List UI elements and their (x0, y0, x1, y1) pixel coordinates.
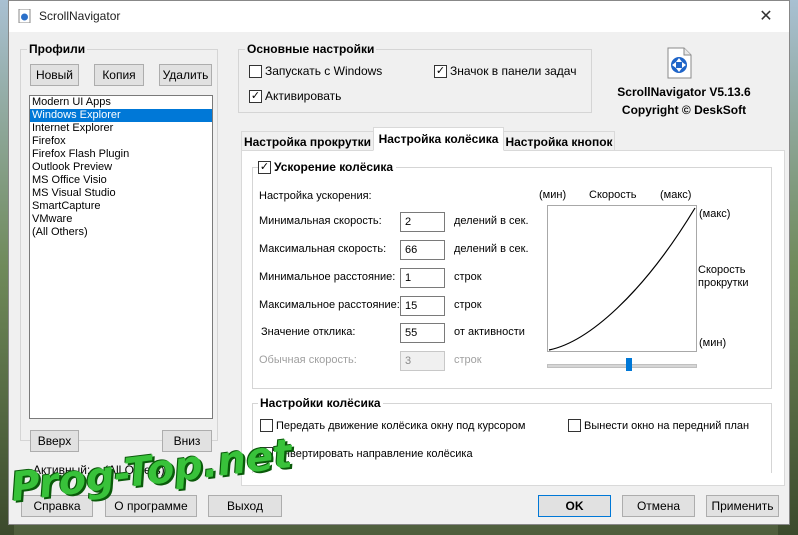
setting-label: Максимальная скорость: (259, 243, 387, 255)
pass-under-cursor-label: Передать движение колёсика окну под курс… (276, 419, 526, 432)
graph-min-right: (мин) (699, 337, 727, 349)
acceleration-curve-svg (548, 207, 696, 351)
profile-list-item[interactable]: Firefox (30, 135, 212, 148)
profile-list-item[interactable]: SmartCapture (30, 200, 212, 213)
profile-list-item[interactable]: VMware (30, 213, 212, 226)
active-profile-value: (All Others) (104, 463, 165, 477)
bring-to-front-checkbox[interactable]: Вынести окно на передний план (568, 419, 749, 432)
pass-under-cursor-box[interactable] (260, 419, 273, 432)
wheel-acceleration-checkbox[interactable]: ✓ Ускорение колёсика (258, 160, 397, 174)
setting-value-input[interactable]: 2 (400, 212, 445, 232)
graph-scroll-speed-2: прокрутки (698, 277, 749, 289)
acceleration-curve-graph (547, 205, 697, 352)
setting-unit: строк (454, 299, 482, 311)
move-up-button[interactable]: Вверх (30, 430, 79, 452)
profile-list[interactable]: Modern UI Apps Windows Explorer Internet E… (29, 95, 213, 419)
setting-label: Значение отклика: (261, 326, 356, 338)
wheel-options-title: Настройки колёсика (258, 396, 383, 410)
invert-direction-box[interactable] (260, 447, 273, 460)
activate-checkbox[interactable]: ✓ Активировать (249, 89, 341, 103)
setting-unit: от активности (454, 326, 525, 338)
apply-button[interactable]: Применить (706, 495, 779, 517)
setting-label: Минимальное расстояние: (259, 271, 396, 283)
graph-speed-label: Скорость (589, 189, 637, 201)
acceleration-curve-line (548, 207, 696, 351)
scrollnavigator-logo-icon (667, 47, 692, 79)
close-button[interactable]: ✕ (743, 1, 789, 32)
scrollnavigator-window: ScrollNavigator ✕ Профили Новый Копия Уд… (8, 0, 790, 525)
setting-unit: делений в сек. (454, 215, 529, 227)
setting-value-input[interactable]: 66 (400, 240, 445, 260)
tab-scroll-settings[interactable]: Настройка прокрутки (241, 131, 374, 151)
tray-icon-checkbox[interactable]: ✓ Значок в панели задач (434, 64, 576, 78)
start-with-windows-label: Запускать с Windows (265, 64, 383, 78)
response-slider-track[interactable] (547, 364, 697, 368)
profile-list-item[interactable]: (All Others) (30, 226, 212, 239)
tray-icon-box[interactable]: ✓ (434, 64, 447, 78)
wheel-options-group (252, 403, 772, 473)
app-version: ScrollNavigator V5.13.6 (617, 85, 751, 99)
setting-value-input: 3 (400, 351, 445, 371)
setting-unit: делений в сек. (454, 243, 529, 255)
basic-settings-title: Основные настройки (245, 42, 377, 56)
profile-list-item[interactable]: Outlook Preview (30, 161, 212, 174)
copy-profile-button[interactable]: Копия (94, 64, 144, 86)
tab-wheel-settings[interactable]: Настройка колёсика (373, 127, 504, 151)
bring-to-front-label: Вынести окно на передний план (584, 419, 750, 432)
invert-direction-label: Инвертировать направление колёсика (276, 447, 473, 460)
setting-label: Обычная скорость: (259, 354, 357, 366)
profile-list-item[interactable]: Windows Explorer (30, 109, 212, 122)
cancel-button[interactable]: Отмена (622, 495, 695, 517)
graph-max-top: (макс) (660, 189, 692, 201)
active-label: Активный: (33, 463, 91, 477)
graph-scroll-speed-1: Скорость (698, 264, 746, 276)
pass-under-cursor-checkbox[interactable]: Передать движение колёсика окну под курс… (260, 419, 525, 432)
bring-to-front-box[interactable] (568, 419, 581, 432)
basic-settings-group (238, 49, 592, 113)
profile-list-item[interactable]: Internet Explorer (30, 122, 212, 135)
profile-list-item[interactable]: Firefox Flash Plugin (30, 148, 212, 161)
wheel-acceleration-label: Ускорение колёсика (274, 160, 394, 174)
move-down-button[interactable]: Вниз (162, 430, 212, 452)
setting-label: Минимальная скорость: (259, 215, 382, 227)
activate-label: Активировать (265, 89, 342, 103)
title-bar: ScrollNavigator ✕ (9, 1, 789, 32)
tab-button-settings[interactable]: Настройка кнопок (503, 131, 615, 151)
start-with-windows-box[interactable] (249, 64, 262, 78)
window-title: ScrollNavigator (39, 9, 121, 23)
profile-list-item[interactable]: MS Office Visio (30, 174, 212, 187)
wheel-settings-panel: ✓ Ускорение колёсика Настройка ускорения… (241, 150, 785, 486)
profiles-title: Профили (27, 42, 88, 56)
exit-button[interactable]: Выход (208, 495, 282, 517)
graph-max-right: (макс) (699, 208, 731, 220)
profile-list-item[interactable]: MS Visual Studio (30, 187, 212, 200)
wheel-acceleration-box[interactable]: ✓ (258, 160, 271, 174)
graph-min-top: (мин) (539, 189, 567, 201)
invert-direction-checkbox[interactable]: Инвертировать направление колёсика (260, 447, 473, 460)
new-profile-button[interactable]: Новый (30, 64, 79, 86)
setting-label: Максимальное расстояние: (259, 299, 400, 311)
setting-value-input[interactable]: 55 (400, 323, 445, 343)
setting-unit: строк (454, 271, 482, 283)
tray-icon-label: Значок в панели задач (450, 64, 577, 78)
app-icon (18, 9, 31, 23)
start-with-windows-checkbox[interactable]: Запускать с Windows (249, 64, 382, 78)
help-button[interactable]: Справка (21, 495, 93, 517)
setting-unit: строк (454, 354, 482, 366)
setting-value-input[interactable]: 1 (400, 268, 445, 288)
delete-profile-button[interactable]: Удалить (159, 64, 212, 86)
ok-button[interactable]: OK (538, 495, 611, 517)
copyright: Copyright © DeskSoft (621, 103, 747, 117)
profile-list-item[interactable]: Modern UI Apps (30, 96, 212, 109)
about-button[interactable]: О программе (105, 495, 197, 517)
setting-value-input[interactable]: 15 (400, 296, 445, 316)
activate-box[interactable]: ✓ (249, 89, 262, 103)
response-slider-thumb[interactable] (626, 358, 632, 371)
acceleration-settings-label: Настройка ускорения: (259, 190, 372, 202)
